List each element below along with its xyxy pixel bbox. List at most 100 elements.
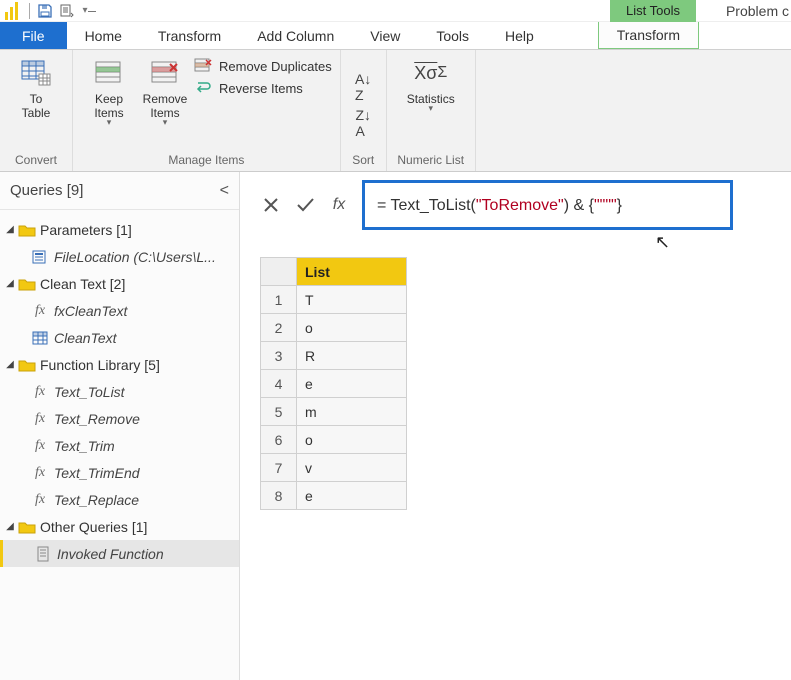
row-number: 5: [261, 398, 297, 426]
tree-folder[interactable]: ◢Clean Text [2]: [0, 270, 239, 297]
sort-asc-button[interactable]: A↓Z: [352, 70, 374, 104]
table-row[interactable]: 5m: [261, 398, 407, 426]
tree-item-label: FileLocation (C:\Users\L...: [54, 249, 216, 265]
twisty-icon: ◢: [4, 278, 16, 289]
folder-label: Function Library [5]: [40, 357, 160, 373]
tab-transform[interactable]: Transform: [140, 22, 239, 49]
tree-item[interactable]: fxText_Trim: [0, 432, 239, 459]
tree-folder[interactable]: ◢Function Library [5]: [0, 351, 239, 378]
tree-item-label: Text_Remove: [54, 411, 140, 427]
fx-icon: fx: [30, 438, 50, 454]
chevron-down-icon: ▾: [428, 106, 433, 111]
table-row[interactable]: 4e: [261, 370, 407, 398]
tree-item[interactable]: fxText_TrimEnd: [0, 459, 239, 486]
tab-file[interactable]: File: [0, 22, 67, 49]
editor-area: fx = Text_ToList("ToRemove") & {""""} ↖ …: [240, 172, 791, 680]
tab-home[interactable]: Home: [67, 22, 140, 49]
window-title: Problem c: [726, 3, 789, 19]
tree-item[interactable]: fxfxCleanText: [0, 297, 239, 324]
tree-item[interactable]: FileLocation (C:\Users\L...: [0, 243, 239, 270]
tree-item-label: Text_Trim: [54, 438, 115, 454]
formula-part-string2: """": [594, 197, 617, 214]
tree-item-label: Text_TrimEnd: [54, 465, 140, 481]
tab-view[interactable]: View: [352, 22, 418, 49]
remove-items-button[interactable]: Remove Items ▾: [137, 56, 193, 127]
formula-bar: fx = Text_ToList("ToRemove") & {""""}: [240, 172, 791, 236]
sort-asc-icon: A↓Z: [355, 71, 371, 103]
chevron-down-icon: ▾: [163, 120, 168, 125]
collapse-pane-button[interactable]: <: [220, 182, 229, 200]
to-table-label: To Table: [22, 92, 51, 120]
save-icon[interactable]: [34, 1, 56, 21]
keep-items-button[interactable]: Keep Items ▾: [81, 56, 137, 127]
tab-add-column[interactable]: Add Column: [239, 22, 352, 49]
data-grid: List 1T2o3R4e5m6o7v8e: [260, 257, 407, 510]
list-tools-context: List Tools: [610, 0, 696, 22]
group-label-numeric: Numeric List: [387, 151, 475, 171]
column-header-list[interactable]: List: [297, 258, 407, 286]
cell-value: T: [297, 286, 407, 314]
remove-duplicates-button[interactable]: Remove Duplicates: [193, 58, 332, 74]
formula-part-prefix: = Text_ToList(: [377, 197, 476, 214]
formula-part-mid: ) & {: [564, 197, 594, 214]
reverse-items-button[interactable]: Reverse Items: [193, 80, 332, 96]
formula-input[interactable]: = Text_ToList("ToRemove") & {""""}: [362, 180, 733, 230]
tree-item[interactable]: fxText_Remove: [0, 405, 239, 432]
tree-folder[interactable]: ◢Other Queries [1]: [0, 513, 239, 540]
cell-value: R: [297, 342, 407, 370]
fx-icon: fx: [30, 384, 50, 400]
tree-item[interactable]: fxText_Replace: [0, 486, 239, 513]
tab-help[interactable]: Help: [487, 22, 552, 49]
remove-duplicates-icon: [193, 58, 213, 74]
tree-item-label: Text_Replace: [54, 492, 139, 508]
cell-value: o: [297, 426, 407, 454]
ribbon-group-sort: A↓Z Z↓A Sort: [341, 50, 387, 171]
ribbon-group-numeric: Xσ Σ Statistics ▾ Numeric List: [387, 50, 476, 171]
table-row[interactable]: 6o: [261, 426, 407, 454]
cell-value: e: [297, 370, 407, 398]
table-row[interactable]: 3R: [261, 342, 407, 370]
table-row[interactable]: 2o: [261, 314, 407, 342]
folder-label: Parameters [1]: [40, 222, 132, 238]
options-icon[interactable]: [56, 1, 78, 21]
tab-transform-context[interactable]: Transform: [598, 22, 699, 49]
tree-folder[interactable]: ◢Parameters [1]: [0, 216, 239, 243]
keep-rows-icon: [93, 58, 125, 88]
fx-icon[interactable]: fx: [328, 192, 350, 218]
remove-items-label: Remove Items: [143, 92, 188, 120]
tree-item-label: fxCleanText: [54, 303, 127, 319]
fx-icon: fx: [30, 492, 50, 508]
queries-pane: Queries [9] < ◢Parameters [1]FileLocatio…: [0, 172, 240, 680]
row-header-blank[interactable]: [261, 258, 297, 286]
tree-item[interactable]: fxText_ToList: [0, 378, 239, 405]
reverse-icon: [193, 80, 213, 96]
tree-item[interactable]: Invoked Function: [0, 540, 239, 567]
twisty-icon: ◢: [4, 521, 16, 532]
tree-item-label: CleanText: [54, 330, 117, 346]
row-number: 3: [261, 342, 297, 370]
queries-header: Queries [9] <: [0, 172, 239, 210]
table-icon: [30, 331, 50, 345]
tree-item-label: Invoked Function: [57, 546, 164, 562]
ribbon: To Table Convert Keep Items ▾ Remove Ite…: [0, 50, 791, 172]
tree-item[interactable]: CleanText: [0, 324, 239, 351]
queries-tree: ◢Parameters [1]FileLocation (C:\Users\L.…: [0, 210, 239, 567]
statistics-button[interactable]: Xσ Σ Statistics ▾: [395, 56, 467, 113]
table-row[interactable]: 7v: [261, 454, 407, 482]
to-table-button[interactable]: To Table: [8, 56, 64, 122]
table-row[interactable]: 1T: [261, 286, 407, 314]
fx-icon: fx: [30, 411, 50, 427]
cursor-icon: ↖: [655, 232, 791, 253]
sort-desc-button[interactable]: Z↓A: [352, 106, 374, 140]
formula-part-string1: "ToRemove": [476, 197, 564, 214]
fx-icon: fx: [30, 303, 50, 319]
accept-formula-button[interactable]: [294, 192, 316, 218]
fx-icon: fx: [30, 465, 50, 481]
table-row[interactable]: 8e: [261, 482, 407, 510]
qat-dropdown-icon[interactable]: ▾: [78, 1, 100, 21]
cell-value: o: [297, 314, 407, 342]
tab-tools[interactable]: Tools: [418, 22, 487, 49]
row-number: 1: [261, 286, 297, 314]
cancel-formula-button[interactable]: [260, 192, 282, 218]
folder-icon: [18, 520, 36, 534]
